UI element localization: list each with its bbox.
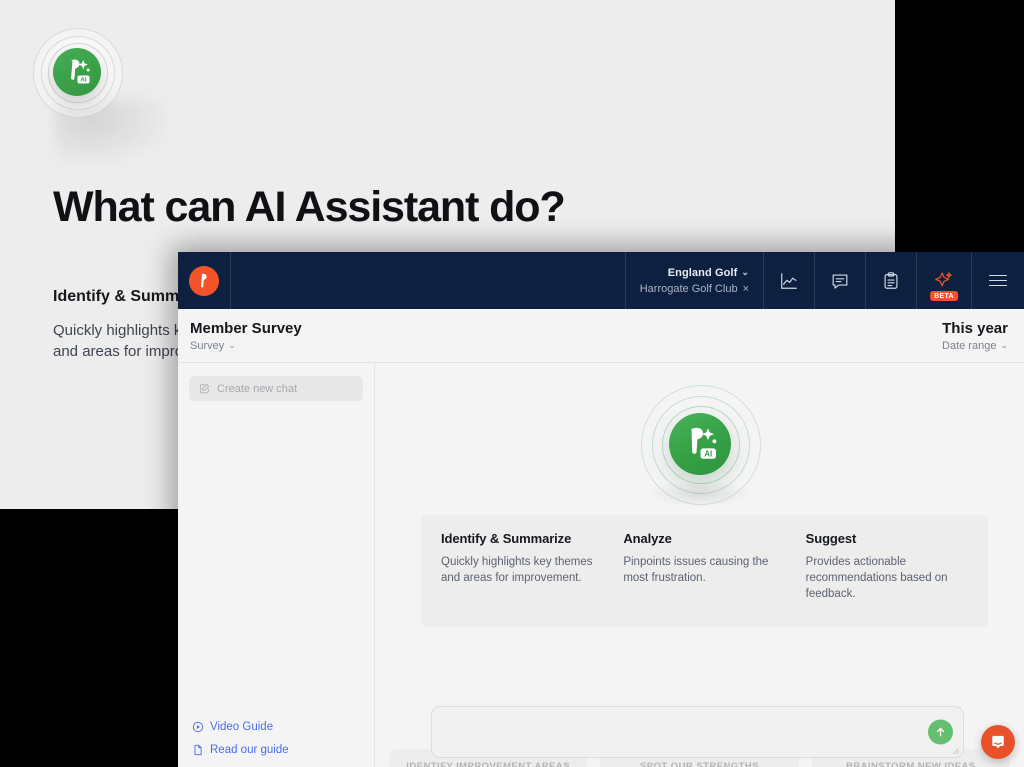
feature-body: Pinpoints issues causing the most frustr…: [623, 556, 769, 584]
send-message-button[interactable]: [928, 719, 953, 745]
chevron-down-icon: ⌄: [741, 267, 749, 277]
date-range-dropdown[interactable]: Date range ⌄: [942, 340, 1008, 352]
survey-selector[interactable]: Member Survey Survey ⌄: [190, 320, 302, 352]
date-range-label: Date range: [942, 339, 997, 352]
date-range-value: This year: [942, 319, 1008, 337]
analytics-chart-icon: [781, 272, 797, 289]
club-chip[interactable]: Harrogate Golf Club ×: [640, 283, 749, 295]
application-window: England Golf ⌄ Harrogate Golf Club × BET…: [178, 252, 1024, 767]
background-ai-logo: AI: [33, 28, 175, 168]
hero-logo-core: AI: [668, 413, 731, 475]
nav-item-analytics[interactable]: [764, 252, 815, 309]
suggestion-title: BRAINSTORM NEW IDEAS: [845, 761, 976, 767]
date-range-selector[interactable]: This year Date range ⌄: [942, 320, 1008, 352]
survey-type-dropdown[interactable]: Survey ⌄: [190, 340, 302, 352]
clipboard-icon: [884, 271, 898, 289]
sidebar-link-read-guide[interactable]: Read our guide: [192, 744, 374, 756]
feature-panel: Identify & Summarize Quickly highlights …: [421, 515, 988, 627]
close-icon[interactable]: ×: [743, 283, 749, 295]
organisation-selector[interactable]: England Golf ⌄ Harrogate Golf Club ×: [624, 252, 764, 309]
svg-text:AI: AI: [80, 77, 86, 84]
create-new-chat-label: Create new chat: [217, 382, 298, 395]
screen-root: AI What can AI Assistant do? Identify & …: [0, 0, 1024, 767]
hero-ai-badge-text: AI: [704, 449, 712, 458]
logo-core: AI: [53, 48, 101, 96]
compose-icon: [199, 383, 210, 394]
pmark-glyph: [200, 273, 207, 288]
play-circle-icon: [192, 721, 204, 733]
nav-item-menu[interactable]: [972, 252, 1024, 309]
feature-card: Suggest Provides actionable recommendati…: [796, 531, 978, 627]
hamburger-menu-icon: [989, 271, 1007, 289]
feature-body: Provides actionable recommendations base…: [805, 556, 948, 600]
nav-item-surveys[interactable]: [866, 252, 917, 309]
ai-sparkle-icon: [935, 271, 952, 286]
feature-card: Identify & Summarize Quickly highlights …: [431, 531, 613, 627]
page-title: What can AI Assistant do?: [53, 183, 566, 231]
nav-item-comments[interactable]: [815, 252, 866, 309]
suggestion-title: SPOT OUR STRENGTHS: [640, 761, 759, 767]
sub-header: Member Survey Survey ⌄ This year Date ra…: [178, 309, 1024, 363]
survey-title: Member Survey: [190, 319, 302, 337]
feature-card: Analyze Pinpoints issues causing the mos…: [613, 531, 795, 627]
sidebar-footer: Video Guide Read our guide: [178, 710, 374, 767]
sidebar-link-video-guide[interactable]: Video Guide: [192, 721, 374, 733]
club-name: Harrogate Golf Club: [639, 282, 738, 295]
chat-sidebar: Create new chat Video Guide Read our gui…: [178, 363, 375, 767]
comments-icon: [832, 274, 848, 289]
pmark-ai-glyph: AI: [70, 59, 90, 84]
create-new-chat-button[interactable]: Create new chat: [189, 376, 363, 401]
chat-bubble-icon: [992, 735, 1004, 749]
resize-grip-icon[interactable]: [952, 747, 960, 755]
chevron-down-icon: ⌄: [1000, 340, 1008, 350]
chat-composer: [431, 706, 964, 758]
intercom-launcher-button[interactable]: [981, 725, 1015, 759]
ai-assistant-hero-logo: AI: [640, 385, 761, 505]
feature-title: Suggest: [805, 531, 857, 546]
brand-logo-button[interactable]: [178, 252, 231, 309]
sidebar-link-label: Read our guide: [210, 744, 289, 756]
suggestion-title: IDENTIFY IMPROVEMENT AREAS: [406, 761, 571, 767]
nav-item-ai-assistant[interactable]: BETA: [917, 252, 972, 309]
application-body: Create new chat Video Guide Read our gui…: [178, 363, 1024, 767]
chevron-down-icon: ⌄: [228, 340, 236, 350]
arrow-up-icon: [936, 727, 945, 737]
organisation-name: England Golf: [667, 266, 738, 279]
organisation-name-row[interactable]: England Golf ⌄: [668, 267, 749, 279]
document-icon: [194, 744, 202, 756]
survey-type-label: Survey: [190, 339, 225, 352]
ai-assistant-main-panel: AI Identify & Summarize Quickly highligh…: [375, 363, 1024, 767]
feature-title: Analyze: [623, 531, 672, 546]
playerpath-logo-icon: [189, 265, 219, 296]
feature-body: Quickly highlights key themes and areas …: [441, 556, 593, 584]
feature-title: Identify & Summarize: [441, 531, 572, 546]
pmark-ai-glyph: AI: [691, 427, 716, 459]
top-navigation-bar: England Golf ⌄ Harrogate Golf Club × BET…: [178, 252, 1024, 309]
sidebar-link-label: Video Guide: [210, 721, 274, 733]
chat-input[interactable]: [432, 707, 963, 757]
beta-badge: BETA: [930, 291, 958, 301]
